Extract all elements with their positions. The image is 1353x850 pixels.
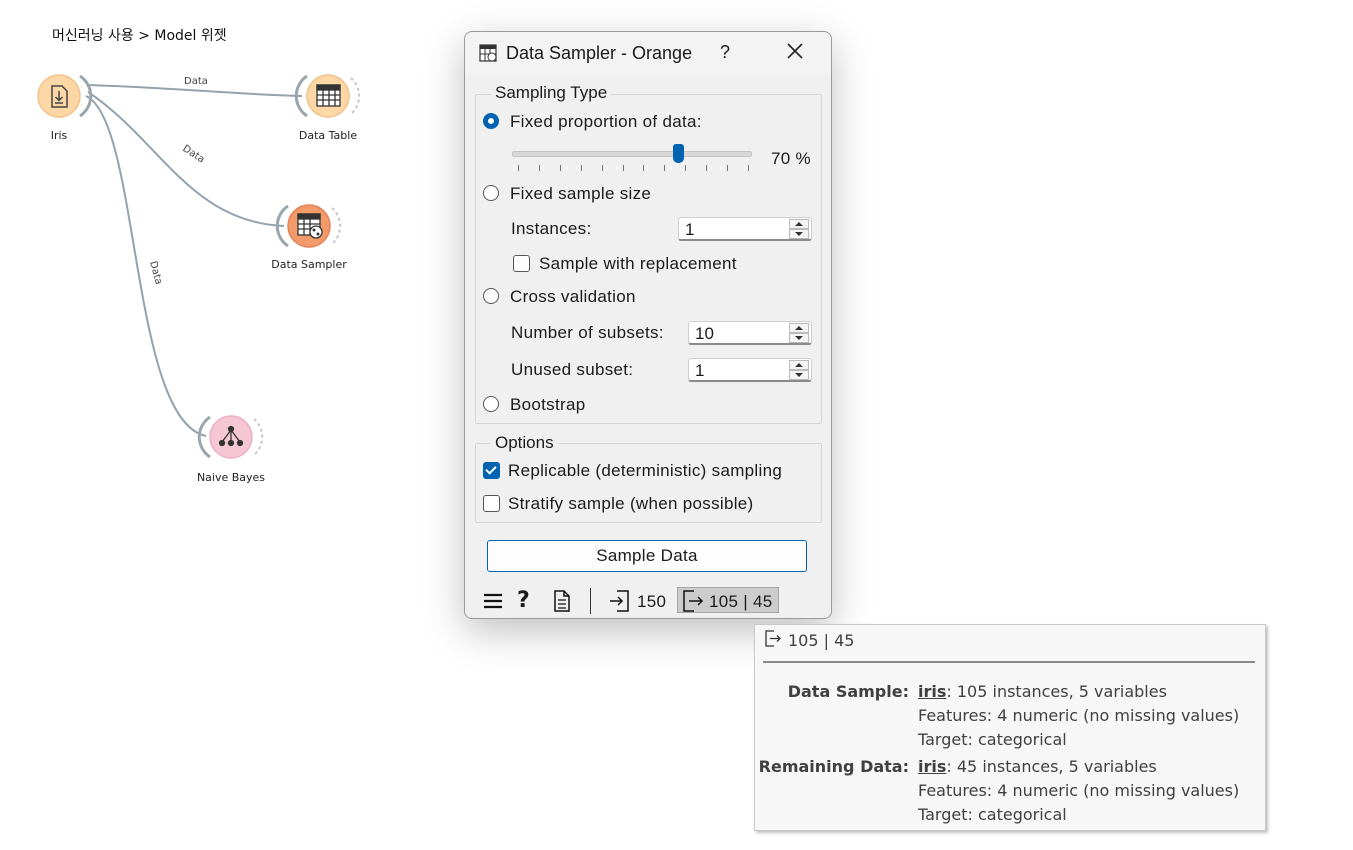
unused-down-arrow[interactable] <box>789 370 809 380</box>
slider-tick <box>706 165 708 171</box>
proportion-value: 70 % <box>771 149 811 168</box>
remaining-data-desc: : 45 instances, 5 variables <box>946 757 1157 776</box>
stratify-checkbox[interactable] <box>483 495 500 512</box>
help-button[interactable]: ? <box>720 42 730 63</box>
unused-up-arrow[interactable] <box>789 360 809 370</box>
subsets-value[interactable]: 10 <box>695 324 714 344</box>
subsets-spinbox[interactable]: 10 <box>688 321 812 345</box>
data-sample-line: iris: 105 instances, 5 variables <box>918 682 1167 701</box>
slider-tick <box>580 165 582 171</box>
link-label: Data <box>184 76 208 87</box>
node-label-data-sampler: Data Sampler <box>271 258 347 271</box>
replicable-checkbox[interactable] <box>483 462 500 479</box>
title-bar[interactable]: Data Sampler - Orange ? <box>465 32 831 74</box>
stratify-label[interactable]: Stratify sample (when possible) <box>508 494 754 514</box>
fixed-proportion-label[interactable]: Fixed proportion of data: <box>510 112 702 132</box>
remaining-data-features: Features: 4 numeric (no missing values) <box>918 781 1240 800</box>
status-bar: ? 150 105 | 45 <box>465 584 831 618</box>
sample-data-button[interactable]: Sample Data <box>487 540 807 572</box>
remaining-data-target: Target: categorical <box>918 805 1067 824</box>
help-icon[interactable]: ? <box>517 588 530 613</box>
fixed-proportion-radio[interactable] <box>483 113 499 129</box>
remaining-data-name: iris <box>918 757 947 776</box>
options-title: Options <box>491 433 558 453</box>
cross-validation-label[interactable]: Cross validation <box>510 287 636 307</box>
node-label-iris: Iris <box>50 129 68 142</box>
slider-tick <box>622 165 624 171</box>
remaining-data-line: iris: 45 instances, 5 variables <box>918 757 1157 776</box>
table-icon <box>316 84 341 107</box>
replacement-checkbox[interactable] <box>513 255 530 272</box>
output-icon <box>765 630 781 651</box>
data-sample-target: Target: categorical <box>918 730 1067 749</box>
instances-spinbox[interactable]: 1 <box>678 217 812 241</box>
link-label: Data <box>180 143 206 165</box>
remaining-data-label: Remaining Data: <box>758 757 909 776</box>
output-tooltip: 105 | 45 Data Sample: iris: 105 instance… <box>754 624 1266 831</box>
slider-tick <box>664 165 666 171</box>
bootstrap-label[interactable]: Bootstrap <box>510 395 585 415</box>
slider-tick <box>538 165 540 171</box>
slider-tick <box>518 165 519 171</box>
subsets-up-arrow[interactable] <box>789 323 809 333</box>
report-icon[interactable] <box>553 590 571 617</box>
replacement-label[interactable]: Sample with replacement <box>539 254 737 274</box>
close-icon <box>787 43 803 59</box>
input-count: 150 <box>637 592 667 611</box>
slider-tick <box>559 165 561 171</box>
subsets-label: Number of subsets: <box>511 323 664 342</box>
data-sample-label: Data Sample: <box>787 682 909 701</box>
slider-tick <box>727 165 729 171</box>
fixed-size-radio[interactable] <box>483 185 499 201</box>
replicable-label[interactable]: Replicable (deterministic) sampling <box>508 461 782 481</box>
instances-value[interactable]: 1 <box>685 220 694 240</box>
subsets-down-arrow[interactable] <box>789 333 809 343</box>
status-divider <box>590 588 591 614</box>
sampler-icon <box>297 213 323 239</box>
output-icon <box>682 590 704 617</box>
tooltip-divider <box>763 661 1255 663</box>
node-data-sampler[interactable] <box>275 204 342 248</box>
slider-tick <box>643 165 645 171</box>
fixed-size-label[interactable]: Fixed sample size <box>510 184 651 204</box>
window-icon <box>479 44 497 67</box>
instances-up-arrow[interactable] <box>789 219 809 229</box>
slider-tick <box>601 165 603 171</box>
slider-tick <box>748 165 749 171</box>
unused-subset-value[interactable]: 1 <box>695 361 704 381</box>
input-icon <box>609 590 629 617</box>
slider-tick <box>685 165 687 171</box>
node-label-naive-bayes: Naive Bayes <box>196 471 266 484</box>
bootstrap-radio[interactable] <box>483 396 499 412</box>
data-sampler-dialog: Data Sampler - Orange ? Sampling Type Fi… <box>464 31 832 619</box>
data-sample-desc: : 105 instances, 5 variables <box>946 682 1167 701</box>
window-title: Data Sampler - Orange <box>506 43 693 63</box>
cross-validation-radio[interactable] <box>483 288 499 304</box>
node-iris[interactable] <box>37 74 93 118</box>
output-count: 105 | 45 <box>709 592 773 611</box>
sampling-type-title: Sampling Type <box>491 83 612 103</box>
workflow-canvas[interactable]: Data Data Data <box>0 0 440 520</box>
data-sample-name: iris <box>918 682 947 701</box>
unused-subset-spinbox[interactable]: 1 <box>688 358 812 382</box>
link-label: Data <box>147 260 164 286</box>
unused-subset-label: Unused subset: <box>511 360 634 379</box>
slider-handle[interactable] <box>673 144 684 163</box>
menu-icon[interactable] <box>483 592 503 615</box>
data-sample-features: Features: 4 numeric (no missing values) <box>918 706 1240 725</box>
proportion-slider[interactable] <box>512 144 752 174</box>
node-naive-bayes[interactable] <box>197 415 264 459</box>
instances-down-arrow[interactable] <box>789 229 809 239</box>
instances-label: Instances: <box>511 219 592 238</box>
node-label-data-table: Data Table <box>298 129 358 142</box>
output-summary[interactable]: 105 | 45 <box>677 587 779 613</box>
node-data-table[interactable] <box>294 74 361 118</box>
tooltip-header: 105 | 45 <box>788 631 855 650</box>
close-button[interactable] <box>785 41 805 66</box>
